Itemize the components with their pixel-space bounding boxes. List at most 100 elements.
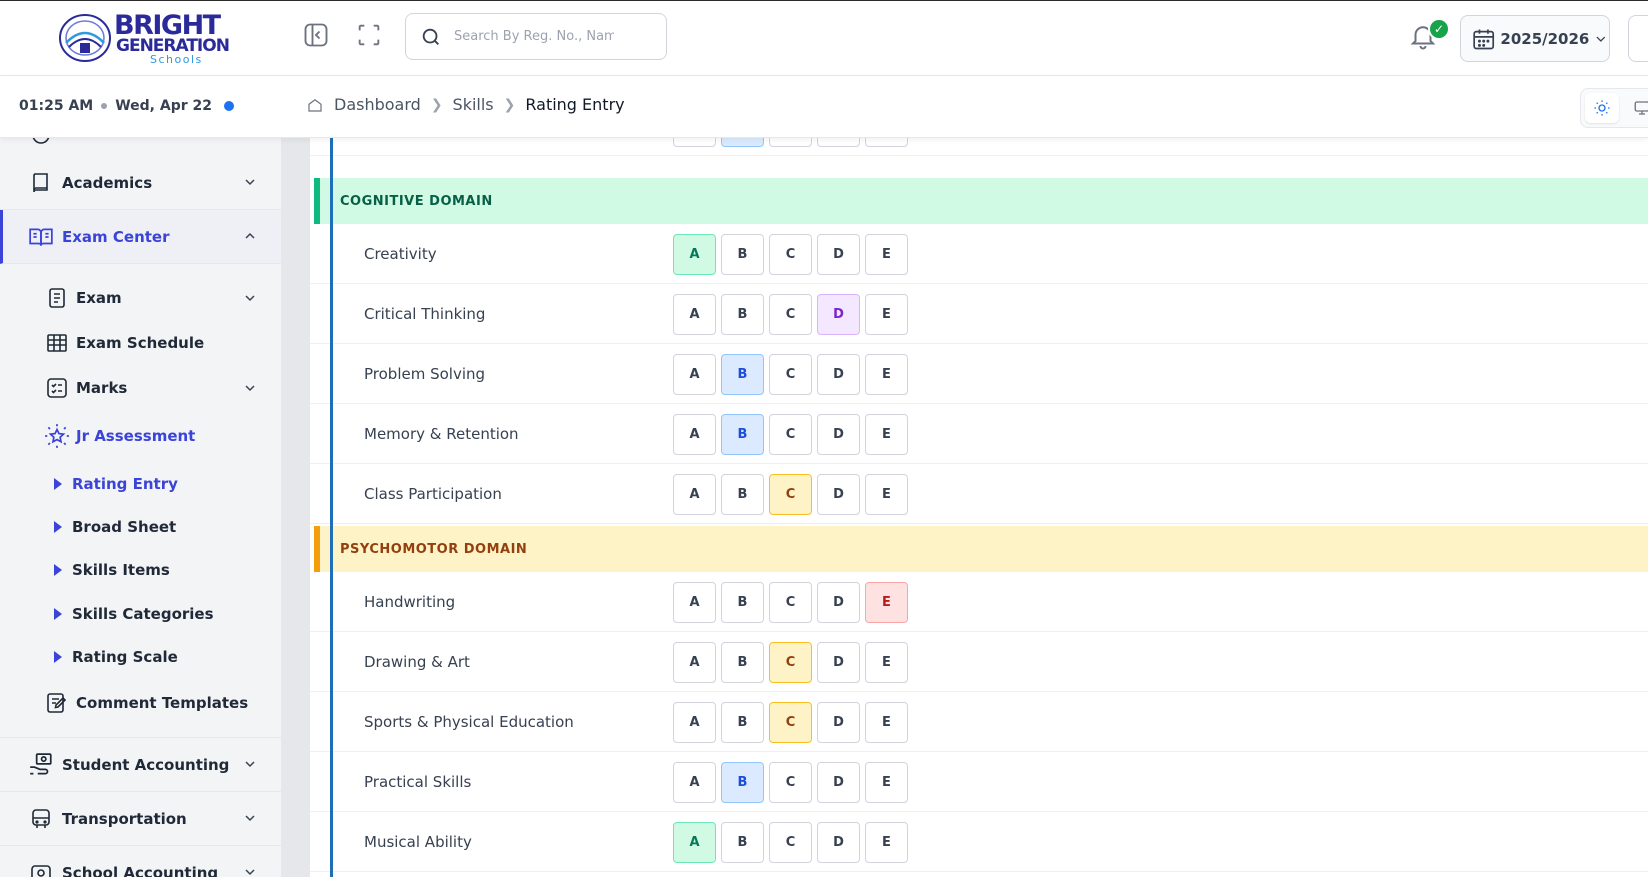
grade-option-a[interactable]: A: [673, 474, 716, 515]
grade-option-e[interactable]: E: [865, 294, 908, 335]
grade-option-a[interactable]: A: [673, 642, 716, 683]
grade-option-b[interactable]: B: [721, 354, 764, 395]
grade-option-e[interactable]: E: [865, 642, 908, 683]
grade-option-b[interactable]: B: [721, 234, 764, 275]
sidebar-label-rating-scale: Rating Scale: [72, 648, 178, 666]
sidebar-item-skills-items[interactable]: Skills Items: [54, 552, 264, 588]
skill-name: Sports & Physical Education: [364, 713, 574, 731]
grade-option-a[interactable]: A: [673, 294, 716, 335]
grade-option-e[interactable]: E: [865, 234, 908, 275]
live-indicator: [224, 101, 234, 111]
breadcrumb-dashboard[interactable]: Dashboard: [334, 95, 421, 114]
grade-option-a[interactable]: A: [673, 762, 716, 803]
grade-option-e[interactable]: E: [865, 474, 908, 515]
grade-option-c[interactable]: C: [769, 234, 812, 275]
grade-option-b[interactable]: B: [721, 702, 764, 743]
sidebar-item-marks[interactable]: Marks: [44, 368, 264, 408]
grade-option-c[interactable]: C: [769, 642, 812, 683]
sidebar-item-transportation[interactable]: Transportation: [0, 792, 281, 846]
skill-row: Handwriting A B C D E: [310, 572, 1648, 632]
sidebar-item-rating-scale[interactable]: Rating Scale: [54, 639, 264, 675]
grade-option-d[interactable]: D: [817, 582, 860, 623]
grade-option-b[interactable]: B: [721, 414, 764, 455]
grade-option-d[interactable]: D: [817, 414, 860, 455]
skill-row: Critical Thinking A B C D E: [310, 284, 1648, 344]
session-selector[interactable]: 2025/2026: [1460, 15, 1610, 62]
grade-option-e[interactable]: E: [865, 702, 908, 743]
breadcrumb-skills[interactable]: Skills: [453, 95, 494, 114]
grade-option-d[interactable]: D: [817, 822, 860, 863]
search-input[interactable]: [454, 29, 614, 44]
sidebar-label-transportation: Transportation: [62, 809, 187, 828]
grade-option-c[interactable]: C: [769, 702, 812, 743]
grade-option-e[interactable]: E: [865, 582, 908, 623]
grade-option-c[interactable]: C: [769, 414, 812, 455]
sidebar-item-comment-templates[interactable]: Comment Templates: [44, 683, 264, 723]
grade-option-b[interactable]: B: [721, 582, 764, 623]
sidebar-label-marks: Marks: [76, 379, 128, 397]
system-theme-button[interactable]: [1625, 93, 1648, 123]
sub-header: 01:25 AM Wed, Apr 22 Dashboard ❯ Skills …: [0, 76, 1648, 138]
grade-option-d[interactable]: D: [817, 294, 860, 335]
sidebar-item-exam-schedule[interactable]: Exam Schedule: [44, 323, 264, 363]
grade-option-e[interactable]: E: [865, 762, 908, 803]
chevron-down-icon: [245, 869, 255, 876]
grade-option-d[interactable]: D: [817, 642, 860, 683]
grade-option-a[interactable]: A: [673, 354, 716, 395]
grade-option-b[interactable]: B: [721, 822, 764, 863]
grade-option-c[interactable]: C: [769, 294, 812, 335]
sidebar-item-exam[interactable]: Exam: [44, 278, 264, 318]
sidebar: Academics Exam Center Exam Exam Schedule…: [0, 138, 282, 877]
grade-option-a[interactable]: A: [673, 234, 716, 275]
grade-option-e[interactable]: E: [865, 414, 908, 455]
sidebar-toggle-button[interactable]: [300, 19, 332, 51]
skill-name: Practical Skills: [364, 773, 472, 791]
sidebar-item-jr-assessment[interactable]: Jr Assessment: [44, 416, 264, 456]
grade-option-a[interactable]: A: [673, 138, 716, 147]
grade-option-e[interactable]: E: [865, 138, 908, 147]
grade-option-b[interactable]: B: [721, 762, 764, 803]
grade-option-e[interactable]: E: [865, 822, 908, 863]
grade-option-b[interactable]: B: [721, 294, 764, 335]
profile-button[interactable]: [1628, 15, 1648, 62]
sidebar-item-exam-center[interactable]: Exam Center: [0, 210, 281, 264]
chevron-down-icon: [245, 295, 255, 302]
sidebar-item-student-accounting[interactable]: Student Accounting: [0, 738, 281, 792]
chevron-up-icon: [245, 232, 255, 239]
search-box[interactable]: [405, 13, 667, 60]
grade-option-c[interactable]: C: [769, 762, 812, 803]
grade-option-b[interactable]: B: [721, 138, 764, 147]
grade-option-a[interactable]: A: [673, 702, 716, 743]
grade-option-c[interactable]: C: [769, 138, 812, 147]
home-icon: [308, 98, 322, 112]
grade-option-d[interactable]: D: [817, 234, 860, 275]
grade-option-d[interactable]: D: [817, 702, 860, 743]
sun-icon: [1594, 100, 1610, 116]
grade-option-c[interactable]: C: [769, 822, 812, 863]
fullscreen-button[interactable]: [353, 19, 385, 51]
sidebar-item-academics[interactable]: Academics: [0, 156, 281, 210]
sidebar-label-skills-items: Skills Items: [72, 561, 170, 579]
school-logo[interactable]: BRIGHT GENERATION Schools: [58, 11, 230, 67]
grade-option-a[interactable]: A: [673, 582, 716, 623]
sidebar-label-academics: Academics: [62, 173, 153, 192]
sidebar-label-broad-sheet: Broad Sheet: [72, 518, 177, 536]
sidebar-item-skills-categories[interactable]: Skills Categories: [54, 596, 264, 632]
sidebar-item-rating-entry[interactable]: Rating Entry: [54, 466, 264, 502]
light-theme-button[interactable]: [1585, 93, 1619, 123]
grade-option-e[interactable]: E: [865, 354, 908, 395]
grade-option-b[interactable]: B: [721, 642, 764, 683]
grade-option-c[interactable]: C: [769, 582, 812, 623]
grade-option-b[interactable]: B: [721, 474, 764, 515]
sidebar-item-broad-sheet[interactable]: Broad Sheet: [54, 509, 264, 545]
grade-option-c[interactable]: C: [769, 474, 812, 515]
grade-option-d[interactable]: D: [817, 138, 860, 147]
sidebar-item-school-accounting[interactable]: School Accounting: [0, 846, 281, 877]
grade-option-d[interactable]: D: [817, 762, 860, 803]
grade-option-c[interactable]: C: [769, 354, 812, 395]
skill-row: Memory & Retention A B C D E: [310, 404, 1648, 464]
grade-option-d[interactable]: D: [817, 354, 860, 395]
grade-option-a[interactable]: A: [673, 414, 716, 455]
grade-option-d[interactable]: D: [817, 474, 860, 515]
grade-option-a[interactable]: A: [673, 822, 716, 863]
